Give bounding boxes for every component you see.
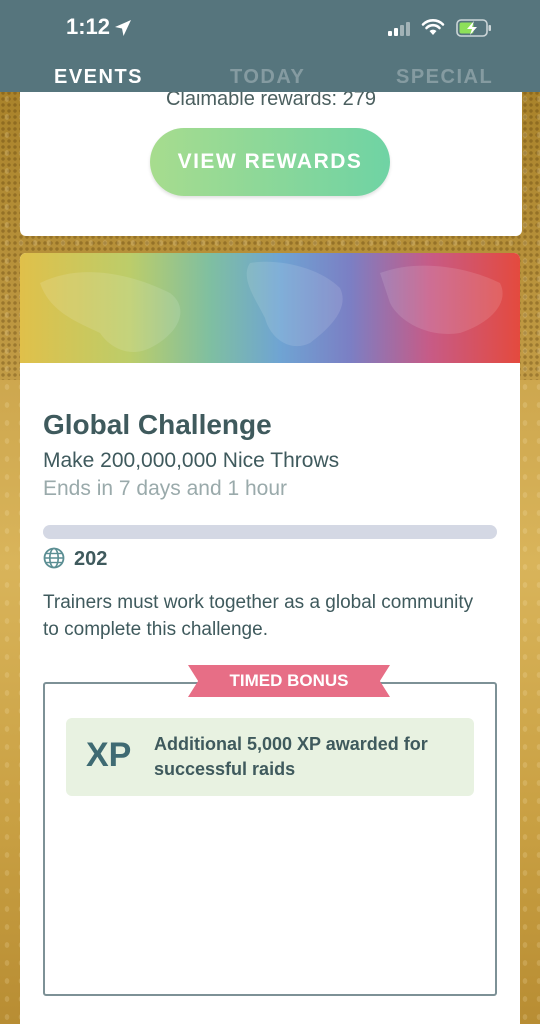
location-arrow-icon	[115, 20, 131, 36]
challenge-time-remaining: Ends in 7 days and 1 hour	[43, 477, 288, 500]
bonus-item: XP Additional 5,000 XP awarded for succe…	[66, 718, 474, 796]
global-challenge-card: Global Challenge Make 200,000,000 Nice T…	[20, 253, 520, 1024]
challenge-description: Trainers must work together as a global …	[43, 592, 474, 640]
xp-icon: XP	[86, 736, 132, 774]
challenge-goal: Make 200,000,000 Nice Throws	[43, 449, 340, 472]
challenge-banner-image	[20, 253, 520, 363]
battery-charging-icon	[456, 19, 491, 37]
timed-bonus-ribbon: TIMED BONUS	[188, 665, 390, 697]
tab-special[interactable]: SPECIAL	[396, 66, 493, 89]
view-rewards-button[interactable]: VIEW REWARDS	[150, 128, 390, 196]
challenge-title: Global Challenge	[43, 409, 272, 440]
header: 1:12 EVENTS TODAY SPECIAL	[0, 0, 540, 92]
world-map-silhouette	[40, 261, 503, 353]
status-time: 1:12	[66, 14, 111, 39]
rewards-card: Claimable rewards: 279 VIEW REWARDS	[20, 70, 522, 236]
wifi-icon	[421, 19, 445, 35]
tab-events[interactable]: EVENTS	[54, 66, 143, 89]
challenge-progress-bar	[43, 525, 497, 539]
bonus-item-text: Additional 5,000 XP awarded for successf…	[154, 734, 428, 779]
participant-count: 202	[74, 548, 108, 570]
tab-today[interactable]: TODAY	[230, 66, 305, 89]
globe-icon	[43, 547, 65, 569]
cell-signal-icon	[388, 22, 410, 36]
